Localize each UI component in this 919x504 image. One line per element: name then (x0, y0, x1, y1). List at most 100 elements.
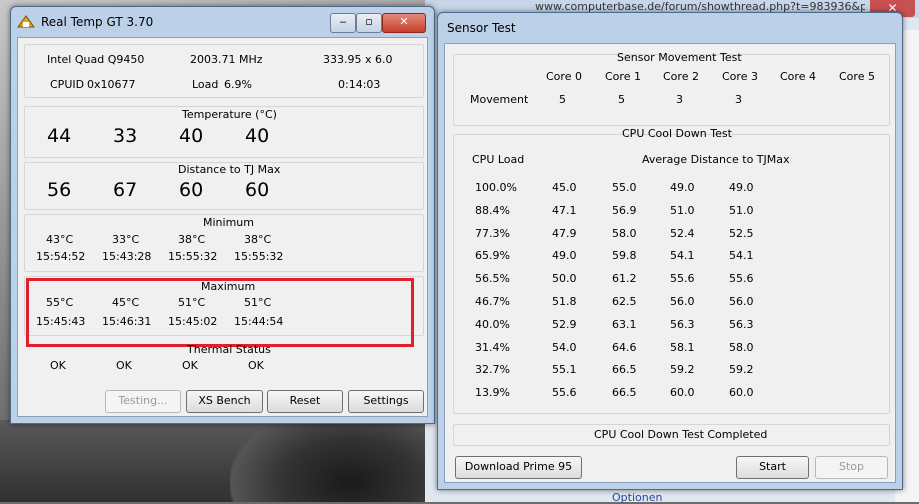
core1-thermal-status: OK (116, 359, 132, 372)
cooldown-row5-core3-distance: 56.0 (729, 295, 754, 308)
cooldown-row0-core2-distance: 49.0 (670, 181, 695, 194)
uptime-value: 0:14:03 (338, 78, 381, 91)
cooldown-row8-core3-distance: 59.2 (729, 363, 754, 377)
cooldown-row2-core0-distance: 47.9 (552, 226, 577, 240)
cooldown-row4-cpu-load: 56.5% (475, 272, 510, 286)
cooldown-row9-core1-distance: 66.5 (612, 386, 637, 400)
settings-button[interactable]: Settings (348, 390, 424, 413)
core1-movement: 5 (618, 93, 625, 106)
core3-distance: 60 (245, 179, 270, 201)
browser-options-link[interactable]: Optionen (612, 491, 662, 504)
cpuid-value: 0x10677 (87, 78, 136, 91)
cooldown-row7-cpu-load: 31.4% (475, 340, 510, 354)
movement-title: Sensor Movement Test (617, 51, 742, 64)
core0-distance: 56 (47, 179, 72, 201)
core3-thermal-status: OK (248, 359, 264, 372)
core3-min-time: 15:55:32 (234, 250, 284, 263)
cooldown-row7-core1-distance: 64.6 (612, 340, 637, 354)
avg-distance-header: Average Distance to TJMax (642, 153, 790, 166)
cooldown-row4-core2-distance: 55.6 (670, 272, 695, 286)
cooldown-row8-core2-distance: 59.2 (670, 363, 695, 377)
sensor-test-title: Sensor Test (447, 21, 516, 35)
core2-movement: 3 (676, 93, 683, 106)
close-button[interactable]: ✕ (382, 13, 426, 33)
cooldown-row8-core0-distance: 55.1 (552, 363, 577, 377)
cooldown-row3-core1-distance: 59.8 (612, 249, 637, 263)
cooldown-row7-core2-distance: 58.1 (670, 340, 695, 354)
core0-min-time: 15:54:52 (36, 250, 86, 263)
core0-thermal-status: OK (50, 359, 66, 372)
cooldown-row0-cpu-load: 100.0% (475, 181, 517, 194)
movement-label: Movement (470, 93, 529, 106)
movement-section (453, 54, 890, 126)
maximize-button[interactable]: ▫ (356, 13, 382, 33)
cpu-frequency: 2003.71 MHz (190, 53, 263, 66)
core1-header: Core 1 (605, 70, 641, 83)
cooldown-row2-core1-distance: 58.0 (612, 226, 637, 240)
core4-header: Core 4 (780, 70, 816, 83)
realtemp-titlebar[interactable]: Real Temp GT 3.70 ‒ ▫ ✕ (11, 7, 434, 37)
cooldown-row3-core3-distance: 54.1 (729, 249, 754, 263)
cooldown-row0-core1-distance: 55.0 (612, 181, 637, 194)
load-value: 6.9% (224, 78, 252, 91)
cooldown-status: CPU Cool Down Test Completed (594, 428, 768, 441)
core3-min-temp: 38°C (244, 233, 272, 246)
cpuid-label: CPUID (50, 78, 85, 91)
realtemp-app-icon (17, 15, 35, 28)
cooldown-row2-cpu-load: 77.3% (475, 226, 510, 240)
cooldown-row4-core3-distance: 55.6 (729, 272, 754, 286)
core2-min-time: 15:55:32 (168, 250, 218, 263)
minimize-button[interactable]: ‒ (330, 13, 356, 33)
cooldown-row6-core0-distance: 52.9 (552, 317, 577, 331)
cooldown-row2-core2-distance: 52.4 (670, 226, 695, 240)
temperature-title: Temperature (°C) (182, 108, 277, 121)
xs-bench-button[interactable]: XS Bench (186, 390, 263, 413)
download-prime95-button[interactable]: Download Prime 95 (455, 456, 582, 479)
cooldown-row9-cpu-load: 13.9% (475, 386, 510, 400)
cooldown-row3-core2-distance: 54.1 (670, 249, 695, 263)
cooldown-row5-core0-distance: 51.8 (552, 295, 577, 308)
cooldown-row3-cpu-load: 65.9% (475, 249, 510, 263)
cooldown-row0-core3-distance: 49.0 (729, 181, 754, 194)
core2-distance: 60 (179, 179, 204, 201)
core1-min-time: 15:43:28 (102, 250, 152, 263)
cooldown-row5-core1-distance: 62.5 (612, 295, 637, 308)
maximum-highlight-box (26, 278, 414, 347)
cooldown-row9-core0-distance: 55.6 (552, 386, 577, 400)
core1-distance: 67 (113, 179, 138, 201)
cooldown-row5-core2-distance: 56.0 (670, 295, 695, 308)
cooldown-row4-core1-distance: 61.2 (612, 272, 637, 286)
core2-thermal-status: OK (182, 359, 198, 372)
core5-header: Core 5 (839, 70, 875, 83)
cpu-multiplier: 333.95 x 6.0 (323, 53, 393, 66)
load-label: Load (192, 78, 219, 91)
testing-button[interactable]: Testing... (105, 390, 181, 413)
core0-header: Core 0 (546, 70, 582, 83)
cooldown-row0-core0-distance: 45.0 (552, 181, 577, 194)
distance-title: Distance to TJ Max (178, 163, 281, 176)
cooldown-row6-cpu-load: 40.0% (475, 317, 510, 331)
cooldown-row1-core1-distance: 56.9 (612, 203, 637, 217)
cooldown-row8-cpu-load: 32.7% (475, 363, 510, 377)
cooldown-row8-core1-distance: 66.5 (612, 363, 637, 377)
cooldown-row6-core1-distance: 63.1 (612, 317, 637, 331)
cooldown-row3-core0-distance: 49.0 (552, 249, 577, 263)
core0-movement: 5 (559, 93, 566, 106)
realtemp-title: Real Temp GT 3.70 (41, 15, 154, 29)
core2-temperature: 40 (179, 125, 204, 147)
sensor-test-titlebar[interactable]: Sensor Test (438, 13, 902, 43)
reset-button[interactable]: Reset (267, 390, 343, 413)
cooldown-row4-core0-distance: 50.0 (552, 272, 577, 286)
core1-min-temp: 33°C (112, 233, 140, 246)
core3-header: Core 3 (722, 70, 758, 83)
cooldown-title: CPU Cool Down Test (622, 127, 732, 140)
cooldown-row1-core2-distance: 51.0 (670, 203, 695, 217)
cooldown-row9-core2-distance: 60.0 (670, 386, 695, 400)
cooldown-row1-core0-distance: 47.1 (552, 203, 577, 217)
thermal-status-title: Thermal Status (187, 343, 271, 356)
core3-temperature: 40 (245, 125, 270, 147)
cpu-model: Intel Quad Q9450 (47, 53, 145, 66)
stop-button[interactable]: Stop (815, 456, 888, 479)
minimum-title: Minimum (203, 216, 254, 229)
start-button[interactable]: Start (736, 456, 809, 479)
